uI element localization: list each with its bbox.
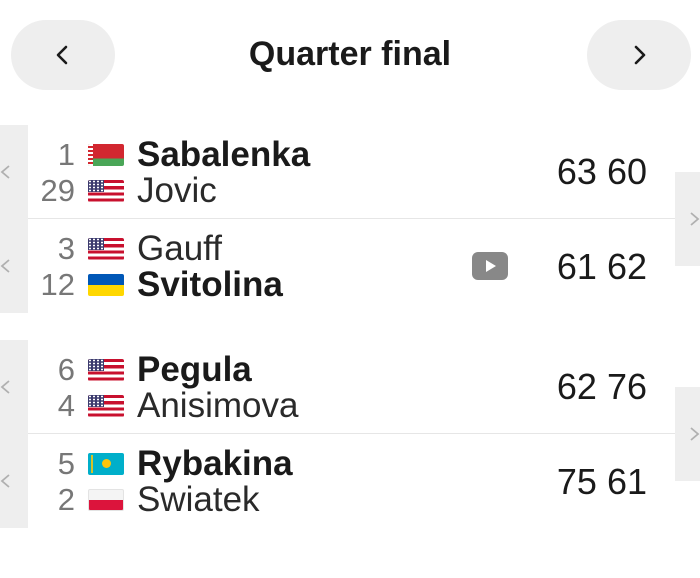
player-name: Sabalenka xyxy=(137,135,311,174)
match-card[interactable]: 5 Rybakina 2 Swiatek 75 61 xyxy=(28,434,675,528)
previous-round-link-1[interactable] xyxy=(0,125,28,219)
match-score: 75 61 xyxy=(556,461,647,502)
next-round-button[interactable] xyxy=(587,20,691,90)
player-seed: 4 xyxy=(57,388,75,423)
usa-flag-icon xyxy=(88,359,124,381)
player-row: 29 Jovic xyxy=(28,173,488,209)
poland-flag-icon xyxy=(88,489,124,511)
player-seed: 29 xyxy=(40,173,75,208)
player-row: 5 Rybakina xyxy=(28,446,488,482)
player-row: 12 Svitolina xyxy=(28,267,488,303)
chevron-right-icon xyxy=(690,427,700,441)
next-round-link-2[interactable] xyxy=(675,387,700,481)
player-row: 6 Pegula xyxy=(28,352,488,388)
usa-flag-icon xyxy=(88,395,124,417)
player-seed: 12 xyxy=(40,267,75,302)
match-score: 61 62 xyxy=(556,246,647,287)
match-score: 63 60 xyxy=(556,151,647,192)
page-title: Quarter final xyxy=(248,35,452,73)
match-group-1: 1 Sabalenka 29 Jovic 63 60 3 Gauff 12 Sv… xyxy=(28,125,675,313)
video-play-icon[interactable] xyxy=(472,252,508,280)
player-seed: 1 xyxy=(57,137,75,172)
player-name: Rybakina xyxy=(137,444,293,483)
player-seed: 3 xyxy=(57,231,75,266)
player-row: 2 Swiatek xyxy=(28,482,488,518)
next-round-link-1[interactable] xyxy=(675,172,700,266)
player-row: 4 Anisimova xyxy=(28,388,488,424)
chevron-left-icon xyxy=(0,474,10,488)
match-score: 62 76 xyxy=(556,366,647,407)
chevron-left-icon xyxy=(0,259,10,273)
player-name: Anisimova xyxy=(137,386,299,425)
chevron-left-icon xyxy=(0,380,10,394)
chevron-right-icon xyxy=(634,45,646,65)
player-seed: 6 xyxy=(57,352,75,387)
player-seed: 5 xyxy=(57,446,75,481)
previous-round-link-2[interactable] xyxy=(0,219,28,313)
chevron-left-icon xyxy=(0,165,10,179)
previous-round-button[interactable] xyxy=(11,20,115,90)
usa-flag-icon xyxy=(88,180,124,202)
belarus-flag-icon xyxy=(88,144,124,166)
player-name: Svitolina xyxy=(137,265,283,304)
ukraine-flag-icon xyxy=(88,274,124,296)
previous-round-link-4[interactable] xyxy=(0,434,28,528)
match-group-2: 6 Pegula 4 Anisimova 62 76 5 Rybakina 2 … xyxy=(28,340,675,528)
chevron-right-icon xyxy=(690,212,700,226)
match-card[interactable]: 6 Pegula 4 Anisimova 62 76 xyxy=(28,340,675,434)
player-name: Pegula xyxy=(137,350,252,389)
usa-flag-icon xyxy=(88,238,124,260)
player-row: 1 Sabalenka xyxy=(28,137,488,173)
player-name: Swiatek xyxy=(137,480,260,519)
match-card[interactable]: 3 Gauff 12 Svitolina 61 62 xyxy=(28,219,675,313)
player-row: 3 Gauff xyxy=(28,231,488,267)
chevron-left-icon xyxy=(56,45,68,65)
player-name: Gauff xyxy=(137,229,222,268)
player-name: Jovic xyxy=(137,171,217,210)
kazakhstan-flag-icon xyxy=(88,453,124,475)
previous-round-link-3[interactable] xyxy=(0,340,28,434)
player-seed: 2 xyxy=(57,482,75,517)
match-card[interactable]: 1 Sabalenka 29 Jovic 63 60 xyxy=(28,125,675,219)
